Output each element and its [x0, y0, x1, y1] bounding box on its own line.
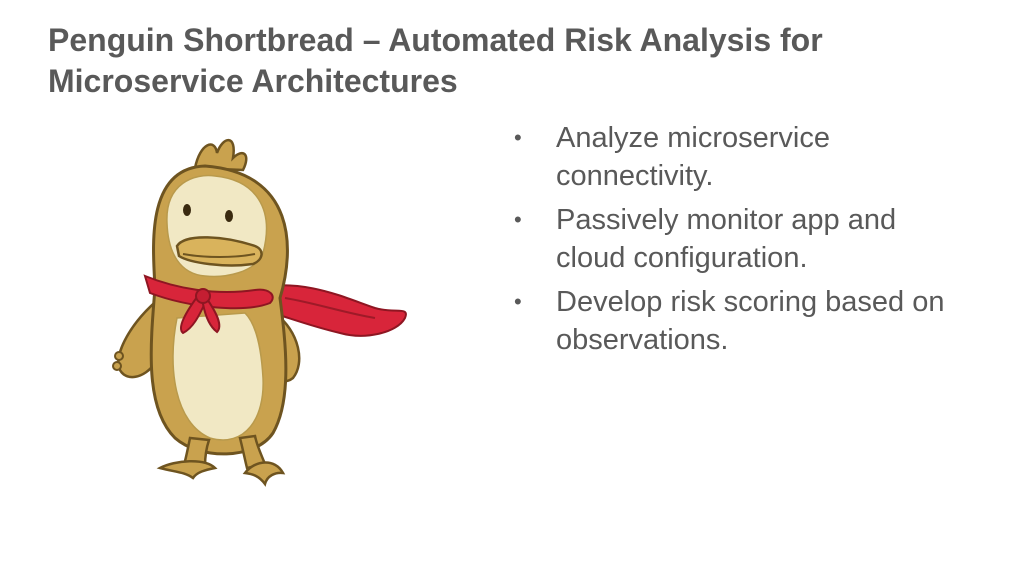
bullet-icon: •: [514, 125, 522, 150]
bullet-icon: •: [514, 289, 522, 314]
penguin-mascot-icon: [112, 138, 407, 487]
bullet-text: Passively monitor app and cloud configur…: [556, 204, 897, 274]
bullet-icon: •: [514, 207, 522, 232]
bullet-text: Analyze microservice connectivity.: [556, 122, 830, 192]
bullet-list: • Analyze microservice connectivity. • P…: [514, 119, 954, 365]
bullet-text: Develop risk scoring based on observatio…: [556, 286, 945, 356]
slide: Penguin Shortbread – Automated Risk Anal…: [0, 0, 1024, 576]
list-item: • Develop risk scoring based on observat…: [514, 283, 954, 359]
list-item: • Analyze microservice connectivity.: [514, 119, 954, 195]
list-item: • Passively monitor app and cloud config…: [514, 201, 954, 277]
slide-title: Penguin Shortbread – Automated Risk Anal…: [48, 22, 823, 99]
